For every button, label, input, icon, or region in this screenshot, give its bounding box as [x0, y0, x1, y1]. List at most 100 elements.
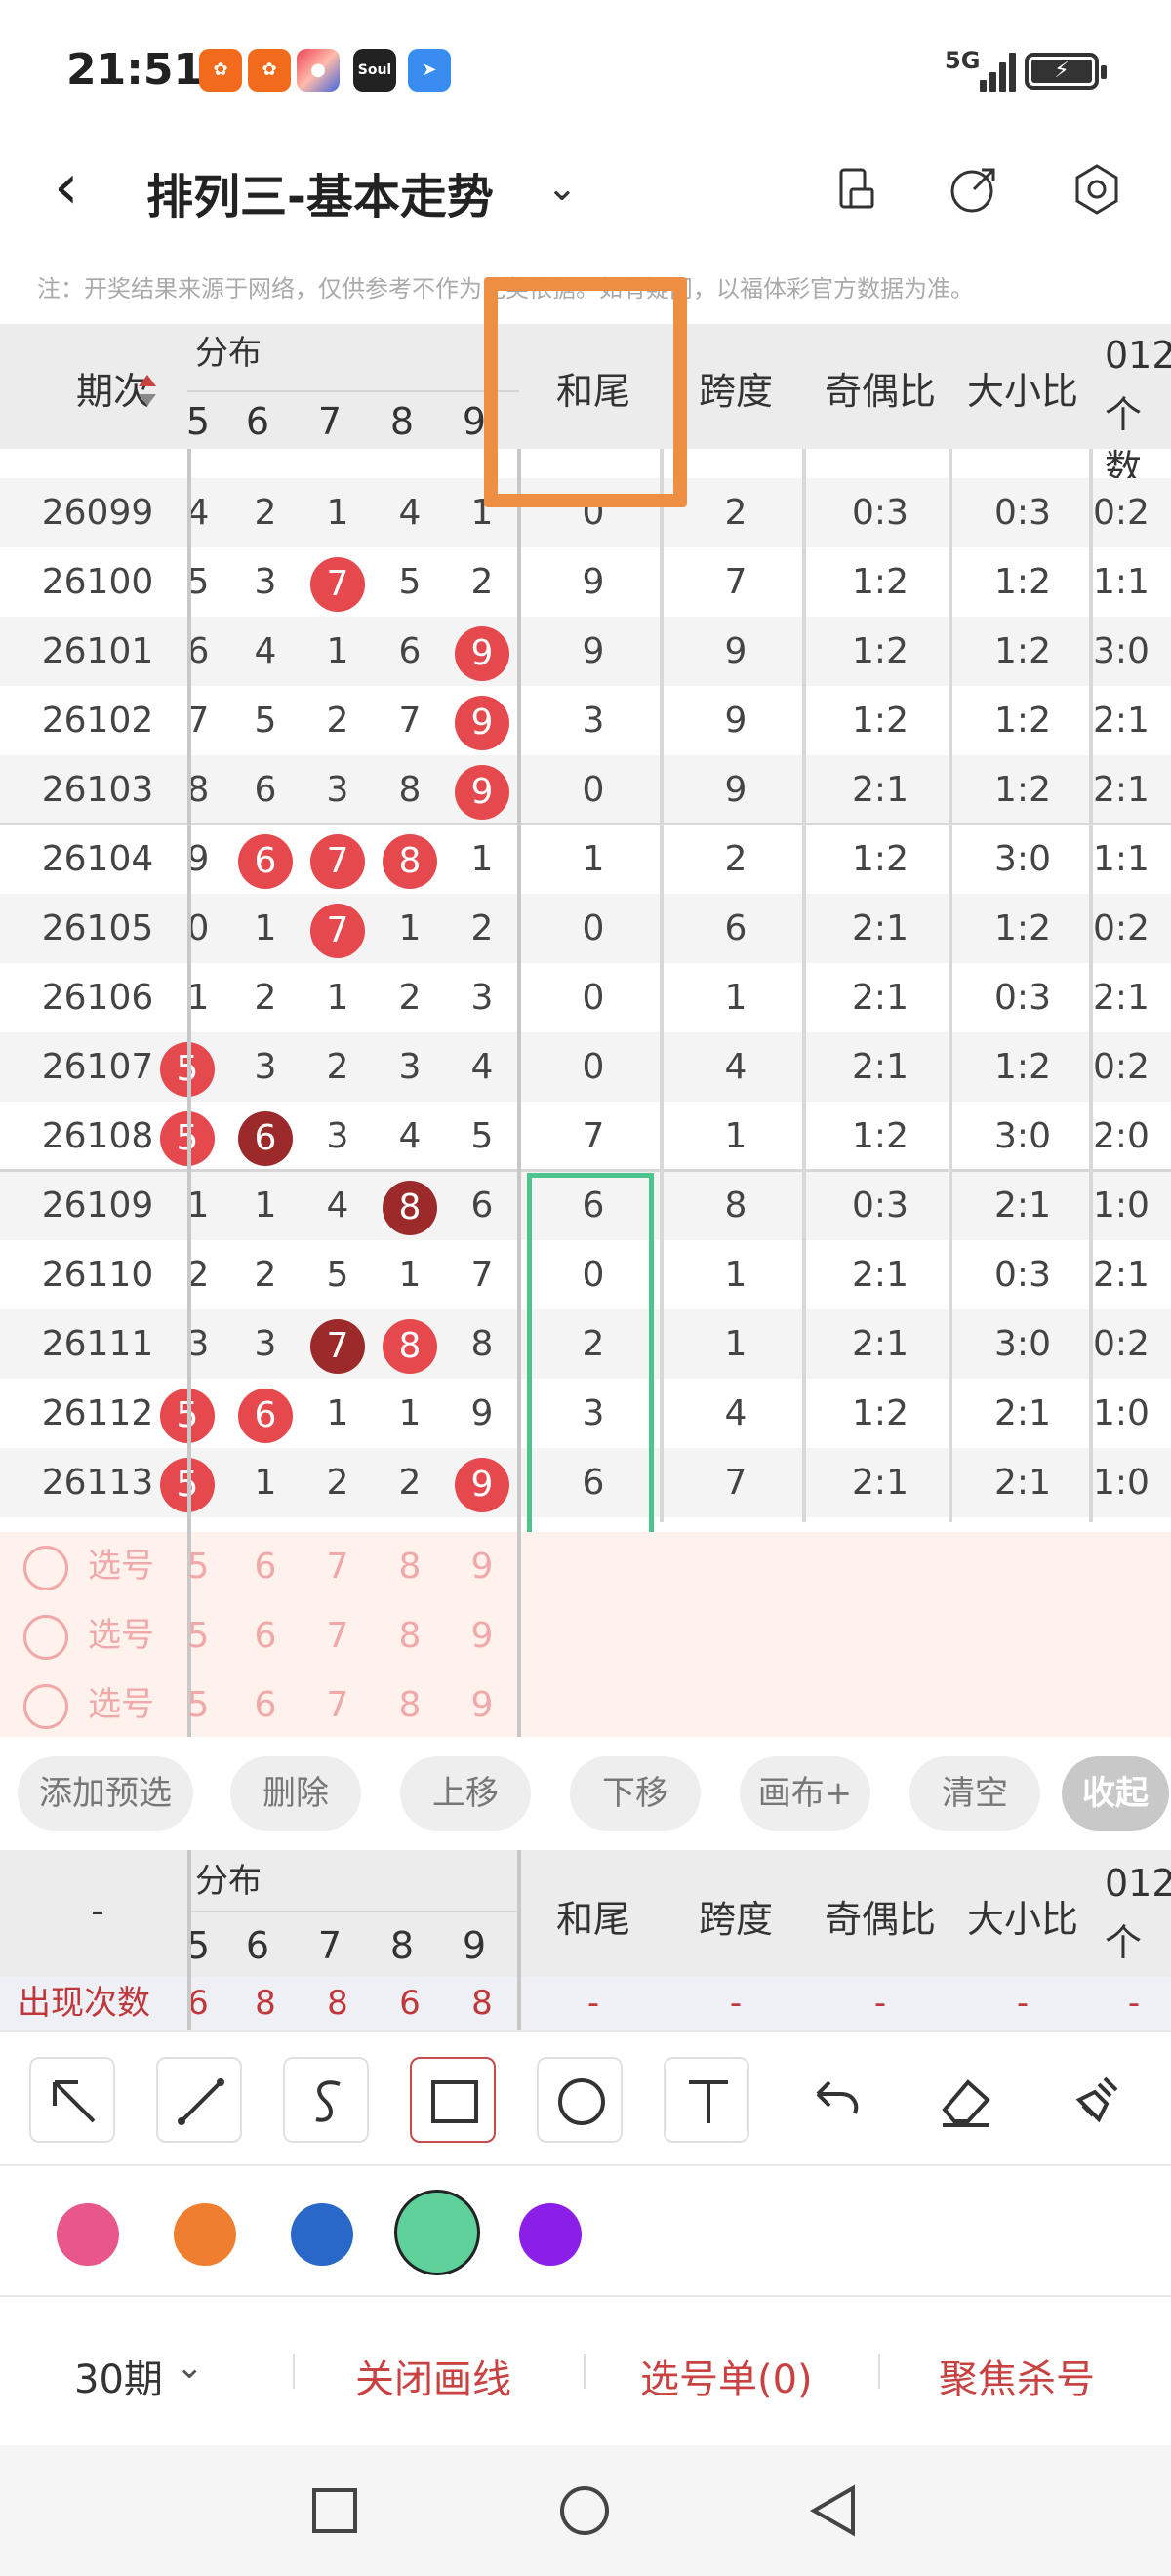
move-down-button[interactable]: 下移 [570, 1756, 701, 1831]
page-title[interactable]: 排列三-基本走势 [146, 158, 494, 226]
pick-digit[interactable]: 5 [187, 1670, 226, 1740]
table-cell: 9 [470, 1393, 494, 1433]
pick-digit[interactable]: 8 [381, 1532, 439, 1601]
pick-digit[interactable]: 9 [453, 1670, 511, 1740]
pick-digit[interactable]: 8 [381, 1601, 439, 1670]
table-cell: 1 [326, 978, 349, 1018]
period-chevron-icon[interactable]: ⌄ [176, 2348, 204, 2387]
pick-digit[interactable]: 7 [308, 1670, 367, 1740]
pick-radio-icon[interactable] [23, 1546, 68, 1590]
undo-icon[interactable] [798, 2065, 872, 2139]
color-swatch-purple[interactable] [519, 2203, 582, 2266]
table-cell: 0:3 [994, 1255, 1051, 1295]
pick-row[interactable]: 选号 5 6 7 8 9 [0, 1670, 527, 1740]
pick-digit[interactable]: 6 [236, 1601, 295, 1670]
occurrence-value: - [586, 1984, 600, 2023]
pick-list-button[interactable]: 选号单(0) [640, 2348, 813, 2404]
stats-digit: 6 [245, 1924, 270, 1967]
stats-hewei: 和尾 [555, 1898, 630, 1941]
eraser-icon[interactable] [929, 2065, 1003, 2139]
pick-label[interactable]: 选号 [88, 1601, 154, 1670]
recents-icon[interactable] [310, 2486, 359, 2535]
table-cell: 1 [470, 839, 494, 879]
soul-icon: Soul [353, 49, 396, 92]
pick-label[interactable]: 选号 [88, 1532, 154, 1601]
pick-label[interactable]: 选号 [88, 1670, 154, 1740]
period-select[interactable]: 30期 [74, 2348, 163, 2404]
clear-button[interactable]: 清空 [909, 1756, 1040, 1831]
pick-radio-icon[interactable] [23, 1615, 68, 1660]
table-cell: 1:2 [994, 701, 1051, 741]
divider [878, 2354, 880, 2389]
divider [1089, 449, 1093, 1522]
hit-ball: 7 [310, 904, 365, 958]
pick-digit[interactable]: 8 [381, 1670, 439, 1740]
phone-rotate-icon[interactable] [828, 160, 886, 219]
add-preselect-button[interactable]: 添加预选 [18, 1756, 193, 1831]
table-cell: 6 [187, 631, 210, 671]
pick-row[interactable]: 选号 5 6 7 8 9 [0, 1601, 527, 1670]
pick-digit[interactable]: 5 [187, 1601, 226, 1670]
focus-kill-button[interactable]: 聚焦杀号 [939, 2348, 1095, 2404]
arrow-tool-icon[interactable] [29, 2057, 115, 2143]
pick-digit[interactable]: 5 [187, 1532, 226, 1601]
back-icon[interactable]: ‹ [54, 156, 112, 219]
dist-digit: 6 [245, 400, 270, 443]
collapse-button[interactable]: 收起 [1062, 1756, 1169, 1831]
battery-icon: ⚡ [1025, 53, 1107, 90]
back-nav-icon[interactable] [808, 2484, 861, 2537]
pick-radio-icon[interactable] [23, 1684, 68, 1729]
table-cell: 2:0 [1093, 1116, 1150, 1156]
settings-icon[interactable] [1068, 160, 1126, 219]
color-swatch-pink[interactable] [57, 2203, 119, 2266]
color-swatch-green-selected[interactable] [394, 2190, 480, 2275]
color-swatch-blue[interactable] [291, 2203, 353, 2266]
table-cell: 1 [724, 1255, 747, 1295]
action-button-row: 添加预选 删除 上移 下移 画布+ 清空 收起 [0, 1741, 1171, 1848]
table-cell: 6 [398, 631, 422, 671]
pick-digit[interactable]: 7 [308, 1601, 367, 1670]
divider [517, 1850, 521, 2030]
group-divider [0, 1169, 1171, 1172]
pick-row[interactable]: 选号 5 6 7 8 9 [0, 1532, 527, 1601]
table-cell: 9 [582, 562, 605, 602]
dist-digit: 5 [187, 400, 211, 443]
table-cell: 1:2 [852, 1393, 909, 1433]
dropdown-chevron-icon[interactable]: ⌄ [546, 166, 578, 209]
home-icon[interactable] [558, 2484, 611, 2537]
col-012: 012 [1105, 334, 1171, 377]
pick-digit[interactable]: 6 [236, 1670, 295, 1740]
color-swatch-orange[interactable] [174, 2203, 236, 2266]
table-cell: 7 [582, 1116, 605, 1156]
freehand-tool-icon[interactable] [283, 2057, 369, 2143]
table-cell: 2:1 [994, 1463, 1051, 1503]
delete-button[interactable]: 删除 [230, 1756, 361, 1831]
occurrence-value: - [1127, 1984, 1141, 2023]
sort-icon[interactable] [137, 371, 158, 410]
orange-rectangle-annotation[interactable] [484, 277, 687, 507]
brush-clear-icon[interactable] [1060, 2065, 1134, 2139]
rectangle-tool-icon[interactable] [410, 2057, 496, 2143]
table-cell: 0 [582, 770, 605, 810]
hit-ball: 8 [383, 834, 437, 889]
pick-digit[interactable]: 9 [453, 1532, 511, 1601]
pick-digit[interactable]: 7 [308, 1532, 367, 1601]
occurrence-value: 8 [327, 1984, 348, 2023]
line-tool-icon[interactable] [156, 2057, 242, 2143]
occurrence-label: 出现次数 [18, 1984, 150, 2023]
share-icon[interactable] [945, 160, 1003, 219]
table-cell: 0:3 [852, 1186, 909, 1226]
green-rectangle-annotation[interactable] [527, 1173, 654, 1555]
canvas-plus-button[interactable]: 画布+ [740, 1756, 870, 1831]
circle-tool-icon[interactable] [537, 2057, 623, 2143]
divider [517, 449, 521, 1532]
pick-digit[interactable]: 6 [236, 1532, 295, 1601]
table-cell: 1:1 [1093, 562, 1150, 602]
table-cell: 2 [326, 1047, 349, 1087]
close-lines-button[interactable]: 关闭画线 [355, 2348, 511, 2404]
text-tool-icon[interactable] [664, 2057, 749, 2143]
table-cell: 1:2 [852, 631, 909, 671]
pick-digit[interactable]: 9 [453, 1601, 511, 1670]
move-up-button[interactable]: 上移 [400, 1756, 531, 1831]
table-cell: 1:2 [852, 839, 909, 879]
